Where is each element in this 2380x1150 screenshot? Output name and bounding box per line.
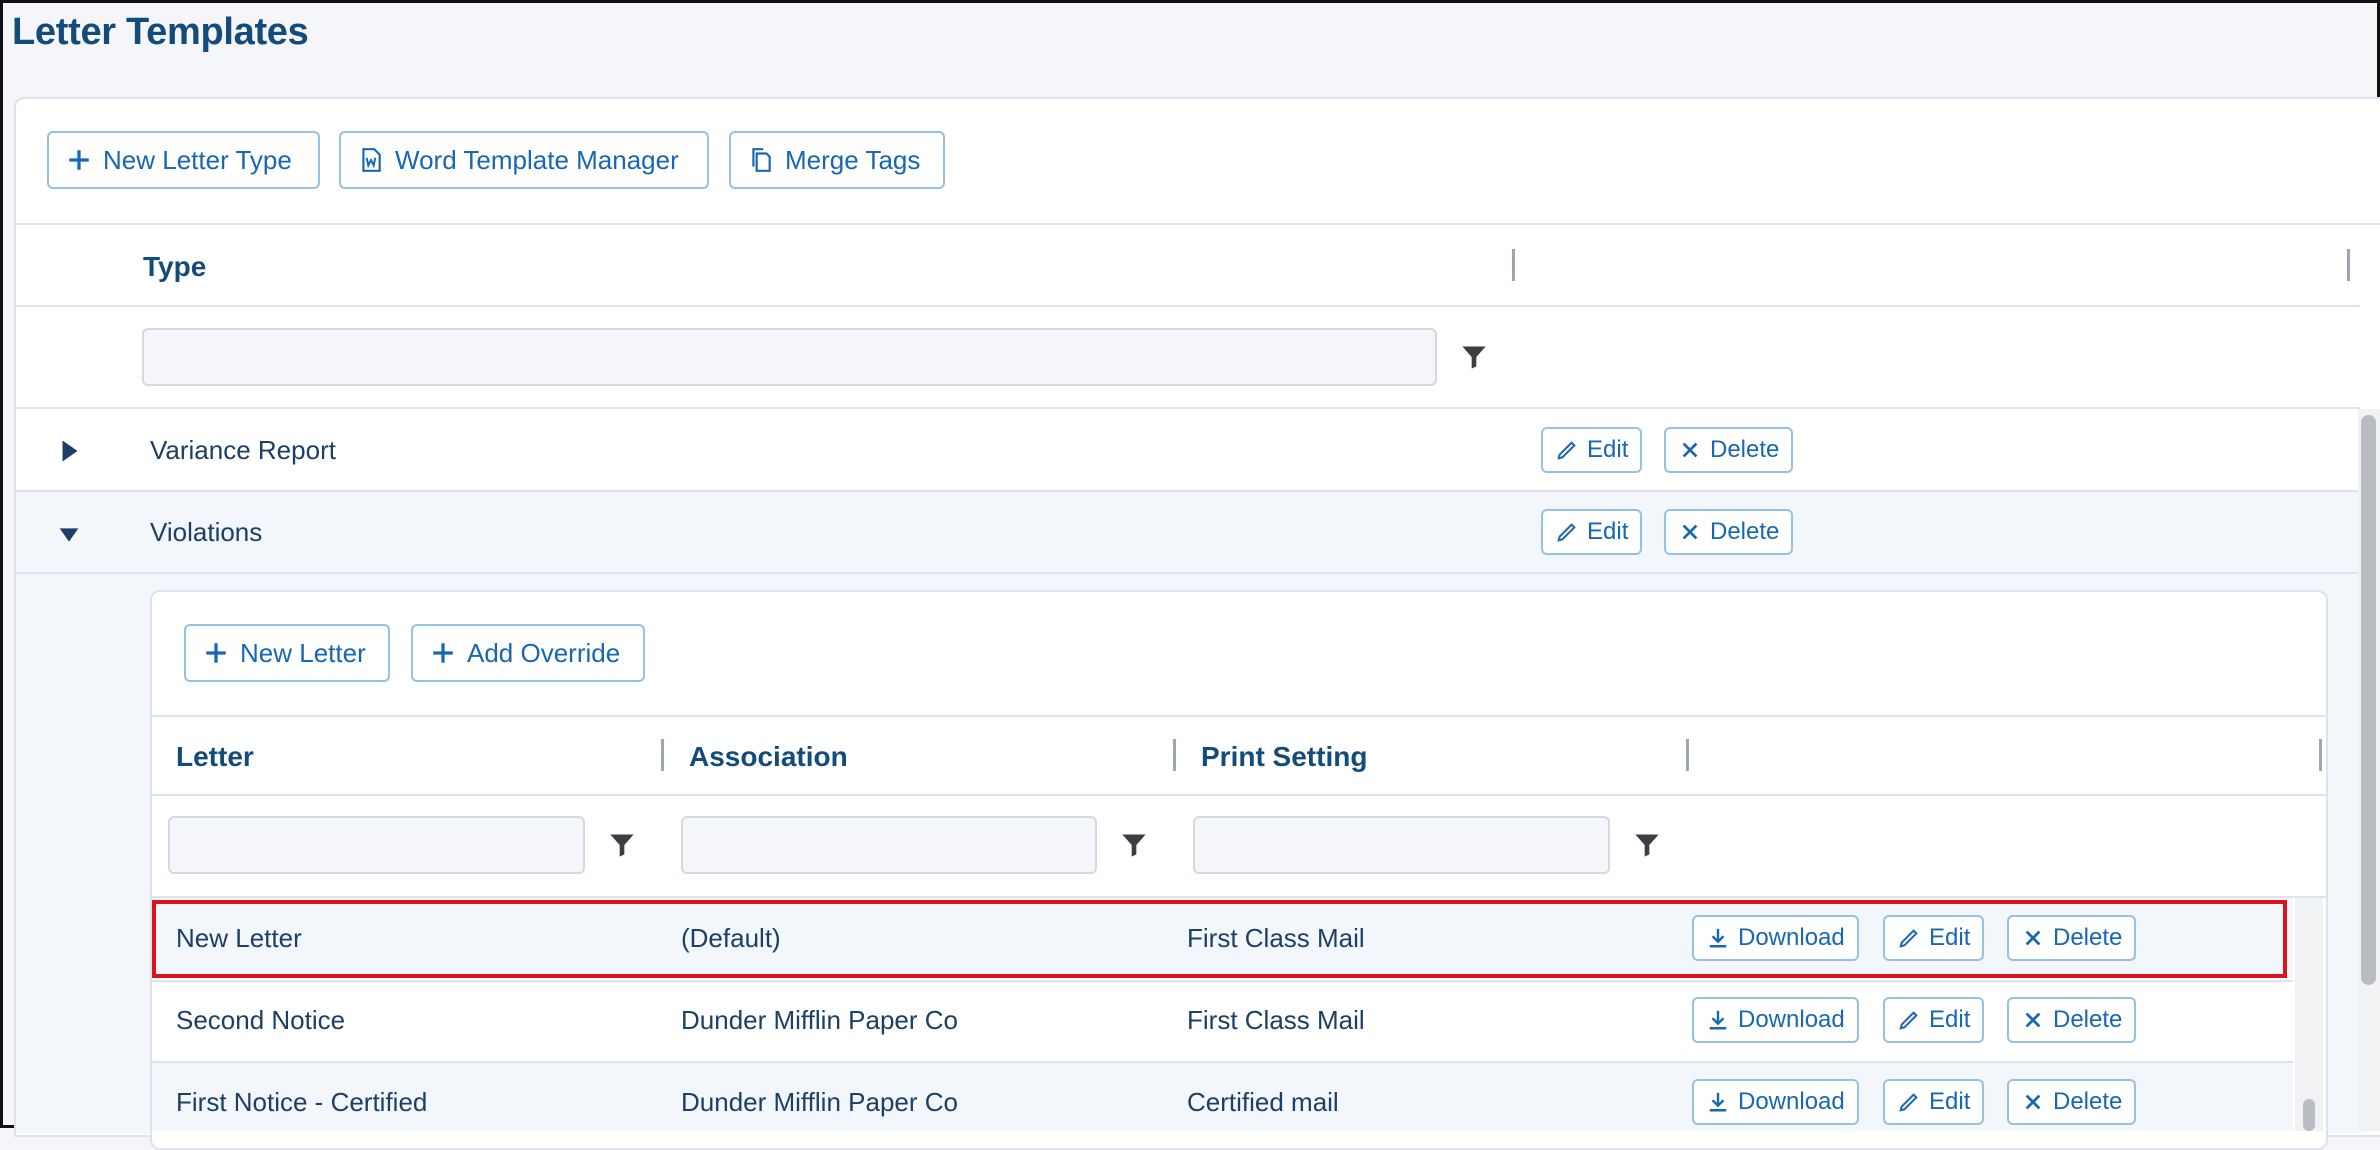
edit-button[interactable]: Edit	[1541, 427, 1643, 473]
print-setting-filter-input[interactable]	[1193, 816, 1610, 874]
plus-icon	[65, 146, 93, 174]
edit-label: Edit	[1587, 518, 1629, 545]
edit-label: Edit	[1587, 436, 1629, 463]
column-resize-handle[interactable]	[1512, 249, 1515, 281]
edit-button[interactable]: Edit	[1883, 997, 1985, 1043]
type-column-header: Type	[143, 251, 207, 282]
filter-icon[interactable]	[1633, 831, 1661, 859]
close-icon	[1678, 438, 1702, 462]
word-template-manager-button[interactable]: Word Template Manager	[339, 131, 709, 189]
delete-label: Delete	[1710, 436, 1780, 463]
pencil-icon	[1555, 438, 1579, 462]
letter-name: Second Notice	[176, 1005, 346, 1035]
type-filter-input[interactable]	[142, 328, 1437, 386]
caret-down-icon[interactable]	[57, 527, 81, 543]
word-template-manager-label: Word Template Manager	[395, 144, 679, 175]
edit-button[interactable]: Edit	[1541, 509, 1643, 555]
column-resize-handle[interactable]	[661, 739, 664, 771]
column-resize-handle[interactable]	[1173, 739, 1176, 771]
plus-icon	[202, 639, 230, 667]
type-name: Violations	[150, 517, 263, 547]
delete-label: Delete	[2053, 1088, 2123, 1115]
caret-right-icon[interactable]	[61, 439, 79, 463]
download-icon	[1706, 1090, 1730, 1114]
divider	[152, 980, 2293, 982]
outer-scrollbar-thumb[interactable]	[2361, 415, 2376, 985]
divider	[14, 407, 2360, 409]
column-resize-handle[interactable]	[2319, 739, 2322, 771]
new-letter-label: New Letter	[240, 637, 366, 668]
print-setting-value: Certified mail	[1187, 1087, 1339, 1117]
print-setting-value: First Class Mail	[1187, 1005, 1365, 1035]
inner-scrollbar-thumb[interactable]	[2303, 1099, 2315, 1131]
add-override-label: Add Override	[467, 637, 621, 668]
association-column-header: Association	[689, 741, 848, 772]
pencil-icon	[1897, 1090, 1921, 1114]
column-resize-handle[interactable]	[1686, 739, 1689, 771]
table-row	[16, 492, 2360, 572]
filter-icon[interactable]	[608, 831, 636, 859]
new-letter-button[interactable]: New Letter	[184, 624, 390, 682]
download-icon	[1706, 1008, 1730, 1032]
pencil-icon	[1897, 1008, 1921, 1032]
download-button[interactable]: Download	[1692, 997, 1859, 1043]
page-title: Letter Templates	[12, 11, 309, 53]
delete-button[interactable]: Delete	[2007, 997, 2137, 1043]
edit-button[interactable]: Edit	[1883, 1079, 1985, 1125]
close-icon	[1678, 520, 1702, 544]
column-resize-handle[interactable]	[2347, 249, 2350, 281]
letter-column-header: Letter	[176, 741, 254, 772]
divider	[152, 794, 2326, 796]
filter-icon[interactable]	[1460, 343, 1488, 371]
edit-label: Edit	[1929, 1088, 1971, 1115]
add-override-button[interactable]: Add Override	[411, 624, 645, 682]
copy-icon	[747, 146, 775, 174]
delete-label: Delete	[2053, 1006, 2123, 1033]
close-icon	[2021, 1008, 2045, 1032]
word-doc-icon	[357, 146, 385, 174]
divider	[14, 305, 2360, 307]
merge-tags-label: Merge Tags	[785, 144, 921, 175]
divider	[152, 715, 2326, 717]
download-label: Download	[1738, 1088, 1845, 1115]
delete-button[interactable]: Delete	[2007, 1079, 2137, 1125]
association-name: Dunder Mifflin Paper Co	[681, 1087, 958, 1117]
edit-label: Edit	[1929, 1006, 1971, 1033]
type-name: Variance Report	[150, 435, 336, 465]
merge-tags-button[interactable]: Merge Tags	[729, 131, 945, 189]
inner-scrollbar[interactable]	[2295, 898, 2323, 1131]
download-label: Download	[1738, 1006, 1845, 1033]
delete-button[interactable]: Delete	[1664, 509, 1794, 555]
download-button[interactable]: Download	[1692, 1079, 1859, 1125]
print-setting-column-header: Print Setting	[1201, 741, 1368, 772]
app-window: Letter Templates New Letter Type Word Te…	[0, 0, 2380, 1150]
new-letter-type-label: New Letter Type	[103, 144, 292, 175]
filter-icon[interactable]	[1120, 831, 1148, 859]
close-icon	[2021, 1090, 2045, 1114]
letter-filter-input[interactable]	[168, 816, 585, 874]
letter-name: First Notice - Certified	[176, 1087, 428, 1117]
pencil-icon	[1555, 520, 1579, 544]
association-name: Dunder Mifflin Paper Co	[681, 1005, 958, 1035]
new-letter-type-button[interactable]: New Letter Type	[47, 131, 320, 189]
divider	[14, 223, 2380, 225]
selected-row-highlight	[152, 900, 2287, 978]
delete-label: Delete	[1710, 518, 1780, 545]
plus-icon	[429, 639, 457, 667]
association-filter-input[interactable]	[681, 816, 1097, 874]
delete-button[interactable]: Delete	[1664, 427, 1794, 473]
